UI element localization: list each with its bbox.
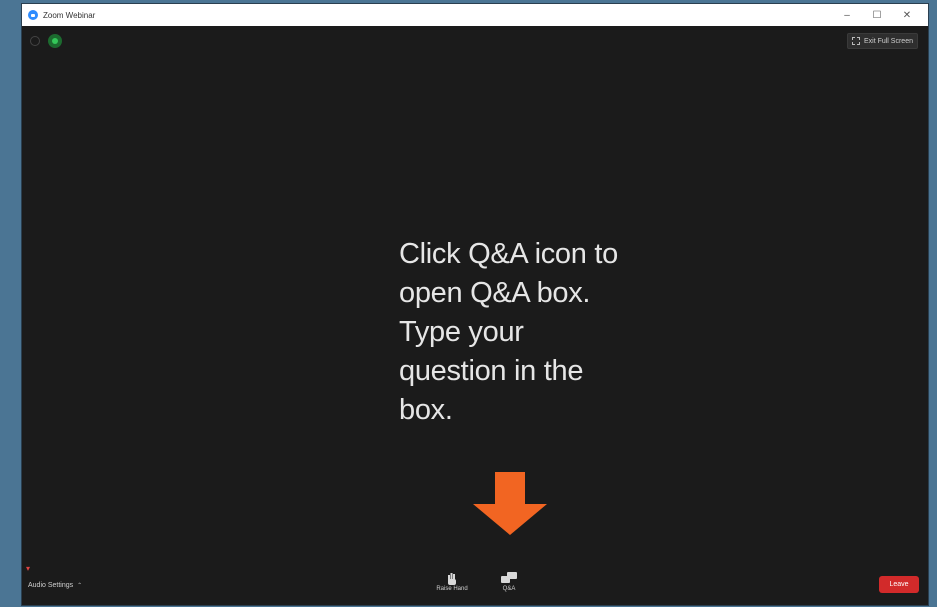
mute-indicator-icon: ▾	[26, 564, 31, 573]
shared-screen-instruction: Click Q&A icon to open Q&A box. Type you…	[399, 238, 618, 426]
raise-hand-button[interactable]: Raise Hand	[432, 570, 472, 592]
raise-hand-label: Raise Hand	[436, 586, 468, 592]
down-arrow-icon	[473, 472, 547, 535]
info-icon[interactable]	[30, 36, 40, 46]
meeting-view: Exit Full Screen Click Q&A icon to open …	[22, 26, 928, 605]
qa-icon	[501, 570, 517, 586]
audio-settings-label: Audio Settings	[28, 582, 74, 589]
exit-fullscreen-button[interactable]: Exit Full Screen	[846, 33, 918, 49]
zoom-window: Zoom Webinar – ☐ ✕ Exit Full Screen Clic…	[22, 4, 928, 605]
qa-label: Q&A	[502, 586, 516, 592]
maximize-button[interactable]: ☐	[862, 4, 892, 26]
audio-settings-button[interactable]: Audio Settings ⌃	[28, 582, 82, 589]
window-controls: – ☐ ✕	[832, 4, 922, 26]
exit-fullscreen-label: Exit Full Screen	[863, 37, 913, 45]
window-title: Zoom Webinar	[43, 10, 96, 20]
qa-button[interactable]: Q&A	[489, 570, 529, 592]
hand-icon	[447, 570, 457, 586]
leave-button[interactable]: Leave	[879, 576, 919, 593]
top-left-icons	[30, 34, 62, 48]
chevron-up-icon: ⌃	[77, 583, 83, 589]
close-button[interactable]: ✕	[892, 4, 922, 26]
encryption-shield-icon[interactable]	[48, 34, 62, 48]
zoom-app-icon	[28, 10, 38, 20]
meeting-toolbar: ▾ Audio Settings ⌃ Raise Hand Q&A Leave	[22, 565, 928, 605]
minimize-button[interactable]: –	[832, 4, 862, 26]
title-bar: Zoom Webinar – ☐ ✕	[22, 4, 928, 26]
exit-fullscreen-icon	[851, 37, 860, 45]
